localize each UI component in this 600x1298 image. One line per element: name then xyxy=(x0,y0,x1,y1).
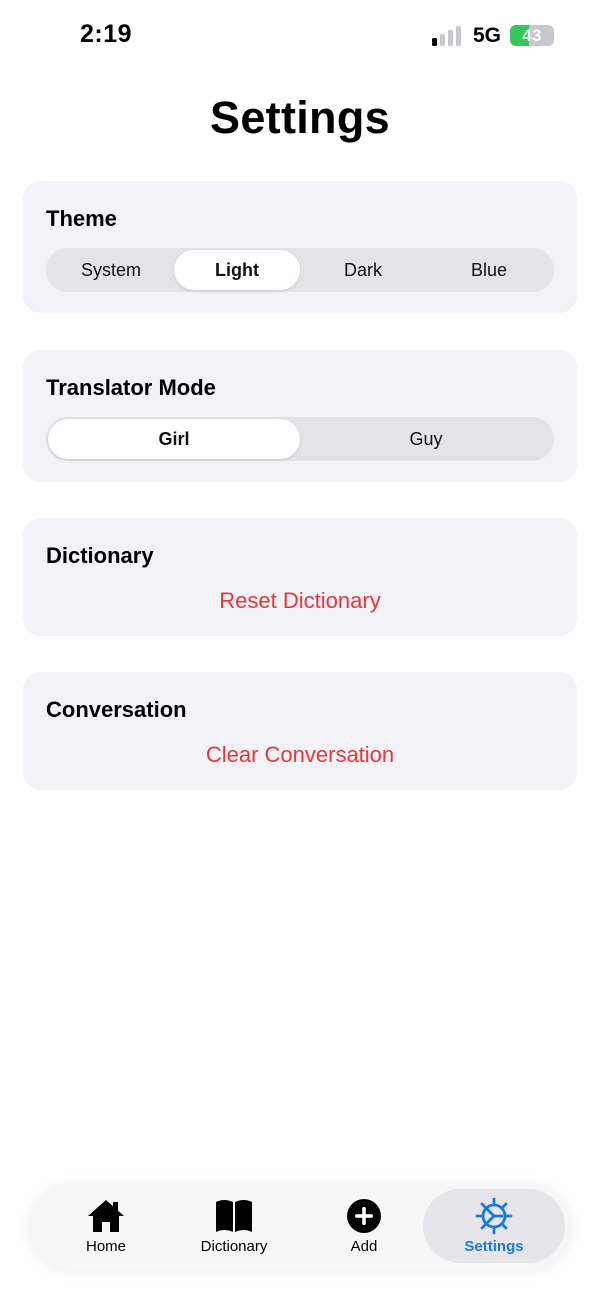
theme-option-dark[interactable]: Dark xyxy=(300,250,426,290)
tab-home-label: Home xyxy=(85,1237,126,1255)
network-type: 5G xyxy=(473,24,502,47)
tab-settings[interactable]: Settings xyxy=(423,1189,565,1263)
book-icon xyxy=(214,1198,254,1234)
theme-picker: System Light Dark Blue xyxy=(46,248,554,292)
clear-conversation-button[interactable]: Clear Conversation xyxy=(23,742,577,768)
translator-mode-title: Translator Mode xyxy=(46,375,216,400)
tab-home[interactable]: Home xyxy=(54,1189,158,1263)
status-time: 2:19 xyxy=(80,20,133,48)
translator-mode-card: Translator Mode Girl Guy xyxy=(23,350,577,482)
theme-option-light[interactable]: Light xyxy=(174,250,300,290)
plus-circle-icon xyxy=(344,1198,384,1234)
translator-option-girl[interactable]: Girl xyxy=(48,419,300,459)
tab-settings-label: Settings xyxy=(464,1237,524,1255)
house-icon xyxy=(86,1198,126,1234)
tab-dictionary-label: Dictionary xyxy=(200,1237,268,1255)
conversation-title: Conversation xyxy=(46,697,187,722)
settings-screen: 2:19 5G 43 Settings Theme System Light D… xyxy=(0,0,600,1298)
gear-icon xyxy=(474,1197,514,1234)
theme-title: Theme xyxy=(46,206,117,231)
tab-add[interactable]: Add xyxy=(312,1189,416,1263)
theme-card: Theme System Light Dark Blue xyxy=(23,181,577,313)
dictionary-title: Dictionary xyxy=(46,543,154,568)
dictionary-card: Dictionary Reset Dictionary xyxy=(23,518,577,636)
reset-dictionary-button[interactable]: Reset Dictionary xyxy=(23,588,577,614)
tab-bar: Home Dictionary Add Settings xyxy=(30,1183,570,1269)
theme-option-blue[interactable]: Blue xyxy=(426,250,552,290)
cellular-signal-icon xyxy=(432,26,464,46)
tab-add-label: Add xyxy=(350,1237,378,1255)
status-bar: 2:19 5G 43 xyxy=(0,0,600,72)
theme-option-system[interactable]: System xyxy=(48,250,174,290)
page-title: Settings xyxy=(210,92,390,143)
tab-dictionary[interactable]: Dictionary xyxy=(182,1189,286,1263)
battery-level: 43 xyxy=(522,26,542,45)
translator-mode-picker: Girl Guy xyxy=(46,417,554,461)
translator-option-guy[interactable]: Guy xyxy=(300,419,552,459)
battery-icon: 43 xyxy=(510,25,554,46)
conversation-card: Conversation Clear Conversation xyxy=(23,672,577,790)
